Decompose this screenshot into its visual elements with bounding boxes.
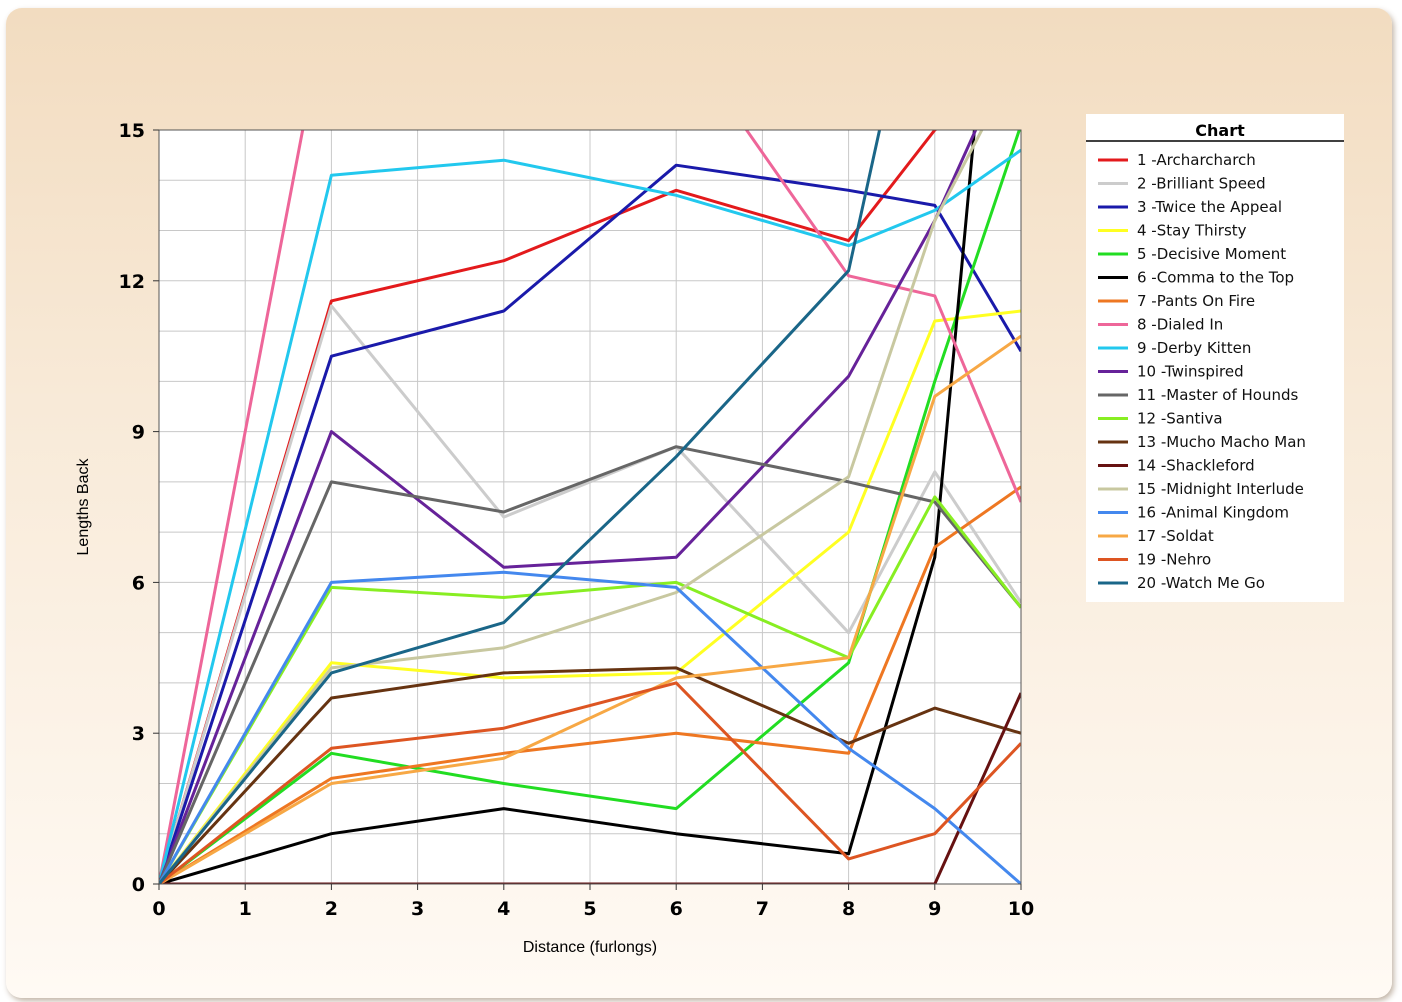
legend-label: 11 -Master of Hounds xyxy=(1137,386,1298,404)
x-tick-label: 3 xyxy=(411,898,424,920)
y-tick-label: 12 xyxy=(119,271,145,293)
legend-title: Chart xyxy=(1195,121,1245,140)
legend-label: 12 -Santiva xyxy=(1137,410,1223,428)
x-tick-label: 8 xyxy=(842,898,855,920)
legend-label: 2 -Brilliant Speed xyxy=(1137,175,1266,193)
y-tick-label: 6 xyxy=(132,572,145,594)
x-tick-label: 5 xyxy=(583,898,596,920)
x-tick-label: 6 xyxy=(670,898,683,920)
legend-label: 13 -Mucho Macho Man xyxy=(1137,433,1306,451)
x-tick-label: 0 xyxy=(152,898,165,920)
y-axis-title: Lengths Back xyxy=(75,458,92,556)
x-tick-label: 2 xyxy=(325,898,338,920)
legend-label: 7 -Pants On Fire xyxy=(1137,292,1255,310)
legend-label: 20 -Watch Me Go xyxy=(1137,574,1265,592)
legend-label: 1 -Archarcharch xyxy=(1137,151,1256,169)
legend-label: 9 -Derby Kitten xyxy=(1137,339,1251,357)
legend-label: 4 -Stay Thirsty xyxy=(1137,222,1247,240)
legend-label: 15 -Midnight Interlude xyxy=(1137,480,1304,498)
x-tick-label: 7 xyxy=(756,898,769,920)
y-tick-label: 15 xyxy=(119,120,145,142)
legend-label: 3 -Twice the Appeal xyxy=(1137,198,1282,216)
legend-label: 19 -Nehro xyxy=(1137,551,1211,569)
x-axis-title: Distance (furlongs) xyxy=(523,939,657,956)
legend-label: 5 -Decisive Moment xyxy=(1137,245,1286,263)
x-tick-label: 9 xyxy=(928,898,941,920)
y-tick-label: 3 xyxy=(132,723,145,745)
legend-label: 8 -Dialed In xyxy=(1137,316,1223,334)
chart: 0 1 2 3 4 5 6 7 8 9 1003691215 Distance (furlongs)… xyxy=(75,114,1344,956)
legend-label: 6 -Comma to the Top xyxy=(1137,269,1294,287)
legend-label: 10 -Twinspired xyxy=(1137,363,1244,381)
legend-label: 14 -Shackleford xyxy=(1137,457,1255,475)
x-tick-label: 4 xyxy=(497,898,510,920)
x-tick-label: 10 xyxy=(1008,898,1034,920)
y-tick-label: 0 xyxy=(132,874,145,896)
x-tick-label: 1 xyxy=(239,898,252,920)
legend-label: 17 -Soldat xyxy=(1137,527,1214,545)
legend-label: 16 -Animal Kingdom xyxy=(1137,504,1289,522)
legend: Chart 1 -Archarcharch 2 -Brilliant Speed 3… xyxy=(1086,114,1344,602)
y-tick-label: 9 xyxy=(132,422,145,444)
